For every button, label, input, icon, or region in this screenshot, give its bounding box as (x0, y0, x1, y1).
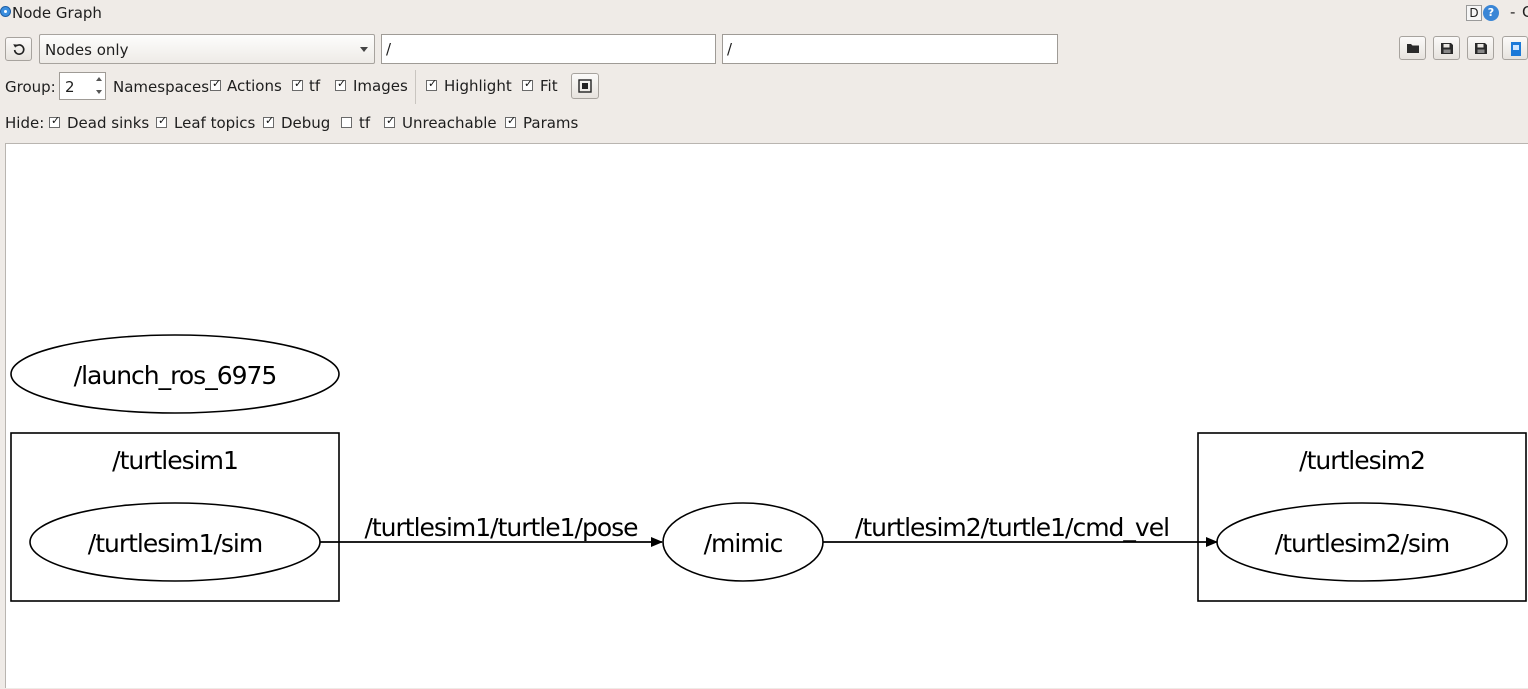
fit-label[interactable]: Fit (540, 77, 558, 95)
detach-button[interactable]: D (1466, 5, 1482, 21)
node-filter-input[interactable] (381, 34, 716, 64)
edge-label-pose[interactable]: /turtlesim1/turtle1/pose (364, 513, 639, 542)
params-label[interactable]: Params (523, 114, 578, 132)
check-icon: ✓ (212, 77, 222, 90)
hide-tf-checkbox[interactable] (341, 117, 352, 128)
node-label-mimic[interactable]: /mimic (704, 529, 784, 558)
spin-down-icon[interactable] (96, 90, 102, 94)
topic-filter-input[interactable] (722, 34, 1058, 64)
check-icon: ✓ (294, 77, 304, 90)
node-label-launch[interactable]: /launch_ros_6975 (74, 361, 278, 390)
image-icon (1511, 42, 1521, 56)
hide-tf-label[interactable]: tf (359, 114, 370, 132)
highlight-label[interactable]: Highlight (444, 77, 512, 95)
check-icon: ✓ (524, 77, 534, 90)
params-checkbox[interactable]: ✓ (505, 114, 517, 128)
graph-mode-select[interactable]: Nodes only (39, 34, 375, 64)
check-icon: ✓ (337, 77, 347, 90)
save-icon (1441, 43, 1453, 54)
app-icon (0, 6, 11, 17)
fit-checkbox[interactable]: ✓ (522, 77, 534, 91)
help-icon[interactable]: ? (1483, 5, 1499, 21)
images-label[interactable]: Images (353, 77, 408, 95)
check-icon: ✓ (265, 114, 275, 127)
refresh-button[interactable] (5, 37, 32, 61)
namespace-label-turtlesim1: /turtlesim1 (112, 446, 238, 475)
title-bar: Node Graph D ? - C (0, 0, 1528, 28)
refresh-icon (13, 44, 25, 55)
actions-checkbox[interactable]: ✓ (210, 77, 222, 91)
group-label: Group: (5, 78, 56, 96)
edge-label-cmd-vel[interactable]: /turtlesim2/turtle1/cmd_vel (855, 513, 1170, 542)
chevron-down-icon (360, 47, 368, 52)
check-icon: ✓ (51, 114, 61, 127)
dead-sinks-label[interactable]: Dead sinks (67, 114, 149, 132)
group-spinbox[interactable]: 2 (59, 72, 106, 100)
folder-icon (1407, 44, 1419, 53)
fit-view-icon (578, 79, 592, 93)
node-label-turtlesim2-sim[interactable]: /turtlesim2/sim (1275, 529, 1450, 558)
debug-label[interactable]: Debug (281, 114, 330, 132)
check-icon: ✓ (158, 114, 168, 127)
check-icon: ✓ (386, 114, 396, 127)
window-title: Node Graph (12, 4, 102, 22)
save-svg-button[interactable] (1467, 36, 1494, 60)
minimize-button[interactable]: - (1510, 3, 1515, 21)
tf-checkbox[interactable]: ✓ (292, 77, 304, 91)
spin-up-icon[interactable] (96, 77, 102, 81)
dead-sinks-checkbox[interactable]: ✓ (49, 114, 61, 128)
save-image-button[interactable] (1502, 36, 1528, 60)
unreachable-label[interactable]: Unreachable (402, 114, 497, 132)
tf-label[interactable]: tf (309, 77, 320, 95)
graph-mode-value: Nodes only (45, 41, 129, 59)
graph-canvas[interactable]: /launch_ros_6975 /turtlesim1 /turtlesim1… (5, 143, 1528, 688)
highlight-checkbox[interactable]: ✓ (426, 77, 438, 91)
namespace-label-turtlesim2: /turtlesim2 (1299, 446, 1425, 475)
save-as-icon (1475, 43, 1487, 54)
unreachable-checkbox[interactable]: ✓ (384, 114, 396, 128)
graph-view[interactable]: /launch_ros_6975 /turtlesim1 /turtlesim1… (6, 144, 1528, 689)
load-dot-button[interactable] (1399, 36, 1426, 60)
debug-checkbox[interactable]: ✓ (263, 114, 275, 128)
node-label-turtlesim1-sim[interactable]: /turtlesim1/sim (88, 529, 263, 558)
close-button-partial[interactable]: C (1522, 3, 1528, 21)
leaf-topics-checkbox[interactable]: ✓ (156, 114, 168, 128)
images-checkbox[interactable]: ✓ (335, 77, 347, 91)
group-value: 2 (65, 78, 75, 96)
namespaces-label: Namespaces (113, 78, 210, 96)
leaf-topics-label[interactable]: Leaf topics (174, 114, 255, 132)
hide-label: Hide: (5, 114, 45, 132)
check-icon: ✓ (428, 77, 438, 90)
save-dot-button[interactable] (1433, 36, 1460, 60)
fit-in-view-button[interactable] (571, 73, 599, 99)
check-icon: ✓ (507, 114, 517, 127)
actions-label[interactable]: Actions (227, 77, 282, 95)
toolbar-separator (415, 70, 416, 104)
